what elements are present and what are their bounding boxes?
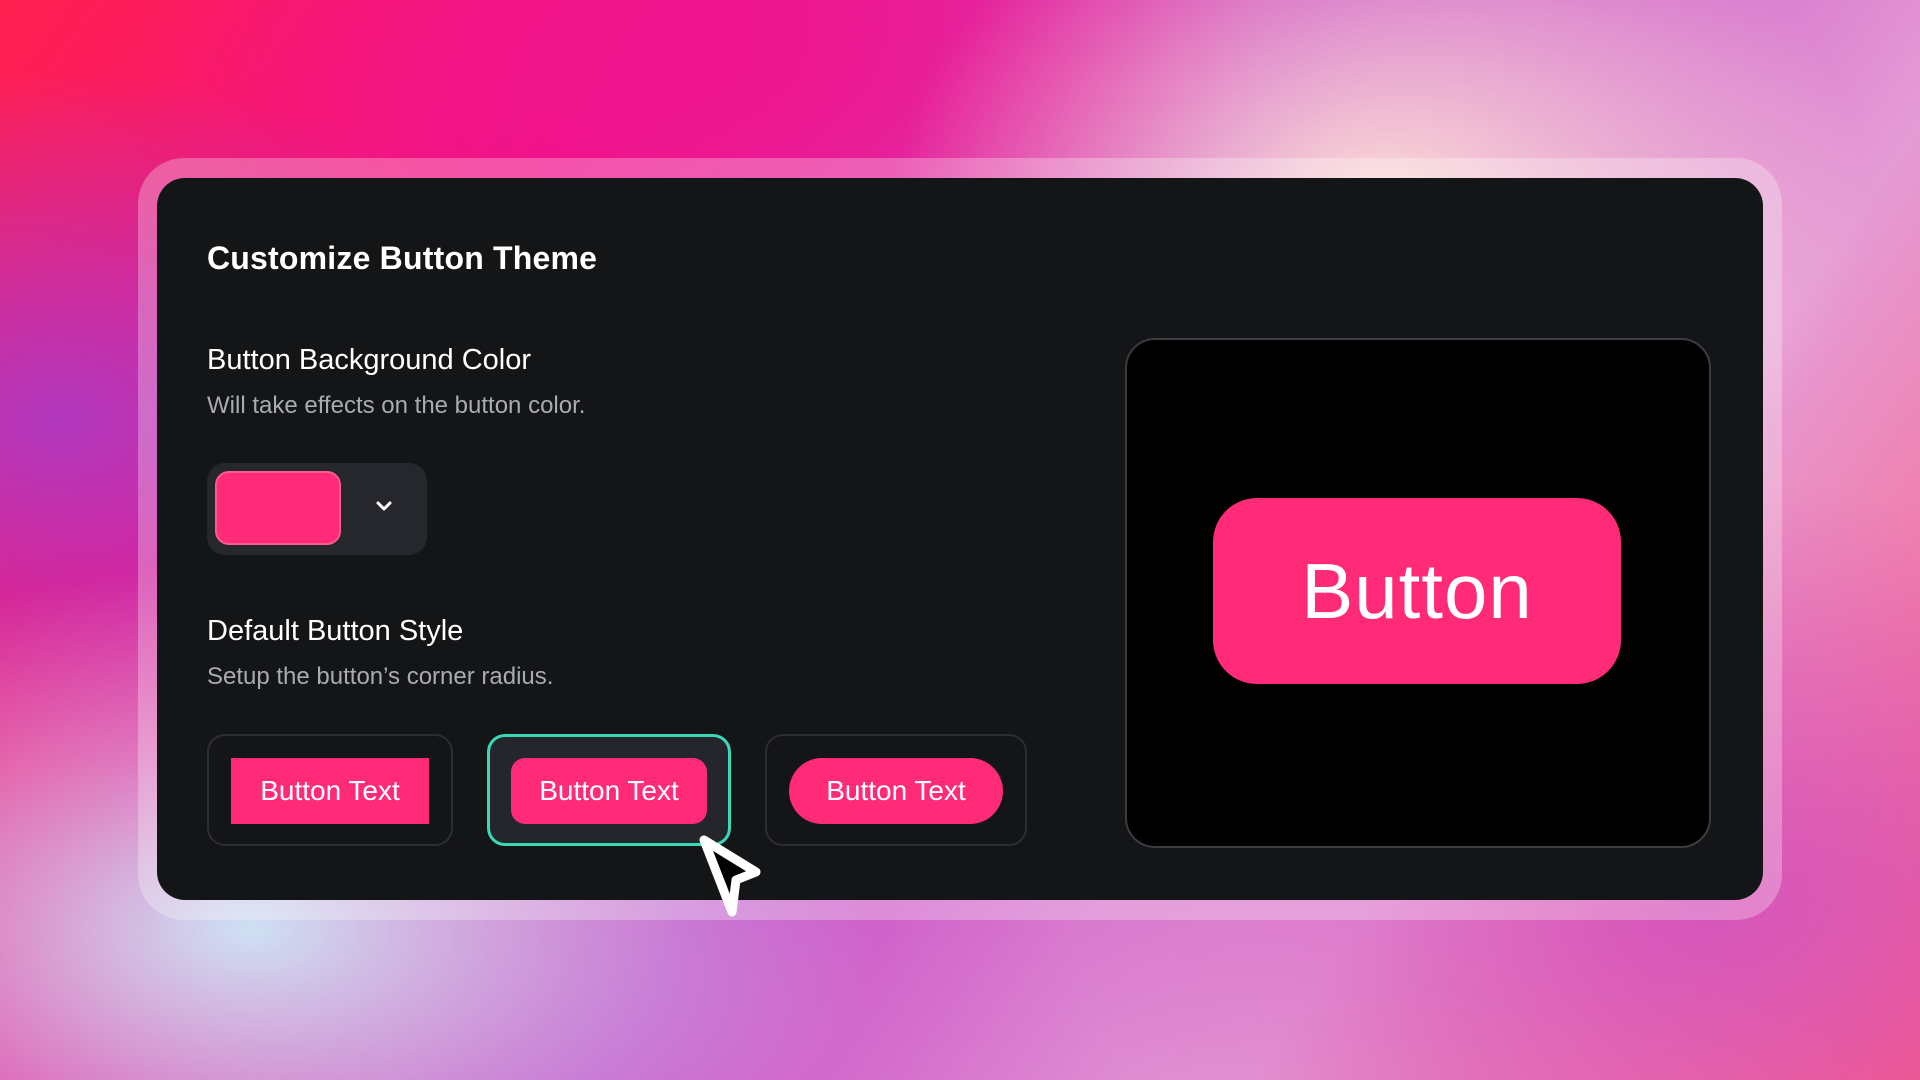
color-picker-dropdown[interactable] — [207, 463, 427, 555]
button-style-label: Default Button Style — [207, 615, 464, 647]
style-option-square[interactable]: Button Text — [207, 734, 453, 846]
panel-title: Customize Button Theme — [207, 240, 598, 276]
background-color-description: Will take effects on the button color. — [207, 392, 586, 419]
preview-button[interactable]: Button — [1213, 498, 1621, 684]
square-button-sample: Button Text — [231, 758, 429, 824]
pill-button-sample: Button Text — [789, 758, 1003, 824]
color-swatch[interactable] — [215, 471, 341, 545]
mouse-pointer-icon — [699, 835, 761, 917]
rounded-button-sample: Button Text — [511, 758, 707, 824]
customize-theme-panel: Customize Button Theme Button Background… — [157, 178, 1763, 900]
button-preview-panel: Button — [1125, 338, 1711, 848]
button-style-description: Setup the button’s corner radius. — [207, 663, 554, 690]
background-color-label: Button Background Color — [207, 344, 532, 376]
style-option-pill[interactable]: Button Text — [765, 734, 1027, 846]
chevron-down-icon[interactable] — [373, 495, 395, 517]
